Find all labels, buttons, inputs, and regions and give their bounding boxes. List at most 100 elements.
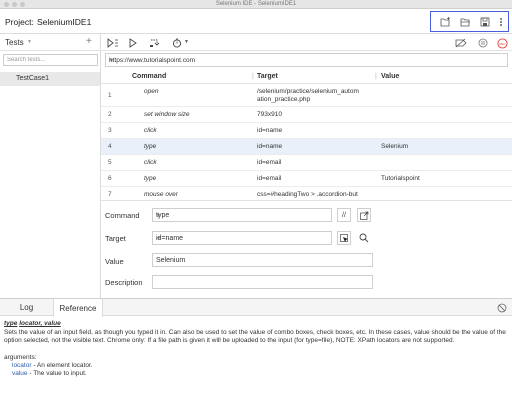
target-label: Target	[105, 234, 126, 243]
table-row-selected[interactable]: 4 type id=name Selenium	[101, 139, 512, 155]
row-value: Selenium	[381, 143, 409, 150]
speed-caret-icon[interactable]: ▼	[184, 39, 189, 45]
row-target: id=email	[257, 175, 282, 182]
row-command: click	[144, 159, 157, 166]
value-input-value: Selenium	[156, 257, 186, 264]
tab-reference[interactable]: Reference	[53, 299, 103, 317]
reference-arg-desc: - The value to input.	[27, 370, 87, 377]
save-project-icon[interactable]	[479, 16, 491, 28]
row-command: click	[144, 127, 157, 134]
tab-reference-label: Reference	[59, 303, 97, 313]
select-target-icon[interactable]	[337, 231, 351, 245]
find-target-icon[interactable]	[357, 231, 371, 245]
column-divider: |	[252, 73, 254, 80]
record-icon[interactable]: REC	[496, 37, 508, 49]
row-number: 3	[108, 127, 112, 134]
project-actions-group	[430, 11, 509, 32]
table-row[interactable]: 1 open /selenium/practice/selenium_autom…	[101, 85, 512, 107]
table-row[interactable]: 5 click id=email	[101, 155, 512, 171]
run-current-test-icon[interactable]	[127, 37, 139, 49]
target-dropdown-icon[interactable]: ▼	[156, 236, 327, 242]
search-tests-input[interactable]	[3, 54, 98, 66]
open-project-icon[interactable]	[459, 16, 471, 28]
base-url-field[interactable]: https://www.tutorialspoint.com ▼	[105, 53, 508, 67]
reference-arg-name: locator	[12, 362, 32, 369]
table-row[interactable]: 2 set window size 793x910	[101, 107, 512, 123]
pause-on-exceptions-icon[interactable]	[477, 37, 489, 49]
tab-log[interactable]: Log	[0, 299, 53, 316]
clear-panel-icon[interactable]	[496, 302, 508, 314]
description-input[interactable]	[152, 275, 373, 289]
reference-arg-name: value	[12, 370, 28, 377]
row-number: 2	[108, 111, 112, 118]
tests-panel: Tests ▼ + TestCase1	[0, 34, 101, 298]
row-target-line: /selenium/practice/selenium_autom	[257, 88, 359, 95]
table-row[interactable]: 3 click id=name	[101, 123, 512, 139]
comment-toggle-label: //	[342, 211, 346, 219]
row-command: type	[144, 175, 157, 182]
row-command: set window size	[144, 111, 190, 118]
reference-command-name: type	[4, 320, 18, 327]
project-name[interactable]: SeleniumIDE1	[37, 17, 91, 27]
row-target: id=email	[257, 159, 282, 166]
record-label: REC	[499, 41, 506, 45]
bottom-panel: Log Reference type locator, value Sets t…	[0, 298, 512, 404]
value-input[interactable]: Selenium	[152, 253, 373, 267]
command-table: Command | Target | Value 1 open /seleniu…	[101, 70, 512, 200]
row-target-line: ation_practice.php	[257, 96, 311, 103]
command-dropdown-icon[interactable]: ▼	[156, 213, 327, 219]
command-label: Command	[105, 211, 140, 220]
project-label: Project:	[5, 17, 34, 27]
run-all-tests-icon[interactable]	[107, 37, 119, 49]
tab-log-label: Log	[19, 303, 34, 312]
command-input[interactable]: type ▼	[152, 208, 332, 222]
add-test-icon[interactable]: +	[86, 36, 92, 47]
speed-timer-icon[interactable]	[171, 37, 183, 49]
row-target: css=#headingTwo > .accordion-but	[257, 191, 358, 198]
row-number: 4	[108, 143, 112, 150]
more-options-icon[interactable]	[495, 16, 507, 28]
table-header: Command | Target | Value	[101, 70, 512, 84]
row-target: 793x910	[257, 111, 282, 118]
test-name: TestCase1	[16, 75, 50, 82]
reference-description: Sets the value of an input field, as tho…	[4, 329, 506, 344]
new-project-icon[interactable]	[439, 16, 451, 28]
description-label: Description	[105, 278, 143, 287]
row-command: mouse over	[144, 191, 178, 198]
editor-toolbar: ▼ REC	[101, 34, 512, 51]
column-divider: |	[375, 73, 377, 80]
reference-arguments-label: arguments:	[4, 354, 37, 361]
test-list-item[interactable]: TestCase1	[0, 72, 100, 86]
reference-arg-desc: - An element locator.	[31, 362, 93, 369]
column-header-target: Target	[257, 73, 278, 80]
tests-dropdown-label[interactable]: Tests	[5, 38, 24, 47]
row-number: 6	[108, 175, 112, 182]
value-label: Value	[105, 257, 124, 266]
window-titlebar: Selenium IDE - SeleniumIDE1	[0, 0, 512, 9]
reference-signature: type locator, value	[4, 320, 508, 328]
row-target: id=name	[257, 143, 283, 150]
bottom-tabs: Log Reference	[0, 299, 512, 317]
open-reference-icon[interactable]	[357, 208, 371, 222]
tests-dropdown-caret-icon[interactable]: ▼	[27, 39, 32, 45]
row-value: Tutorialspoint	[381, 175, 420, 182]
reference-args-signature: locator, value	[19, 320, 61, 327]
column-header-value: Value	[381, 73, 400, 80]
row-command: open	[144, 88, 159, 95]
row-command: type	[144, 143, 157, 150]
row-number: 7	[108, 191, 112, 198]
table-row[interactable]: 6 type id=email Tutorialspoint	[101, 171, 512, 187]
row-target: id=name	[257, 127, 283, 134]
url-dropdown-icon[interactable]: ▼	[109, 58, 503, 64]
column-header-command: Command	[132, 73, 167, 80]
disable-breakpoints-icon[interactable]	[455, 37, 467, 49]
step-over-icon[interactable]	[148, 37, 160, 49]
comment-toggle-button[interactable]: //	[337, 208, 351, 222]
reference-arg-item: locator - An element locator.	[4, 362, 508, 370]
row-number: 5	[108, 159, 112, 166]
reference-content: type locator, value Sets the value of an…	[4, 320, 508, 378]
row-number: 1	[108, 92, 112, 99]
command-editor: Command type ▼ // Target id=name ▼ Value…	[101, 200, 512, 298]
table-row[interactable]: 7 mouse over css=#headingTwo > .accordio…	[101, 187, 512, 200]
target-input[interactable]: id=name ▼	[152, 231, 332, 245]
